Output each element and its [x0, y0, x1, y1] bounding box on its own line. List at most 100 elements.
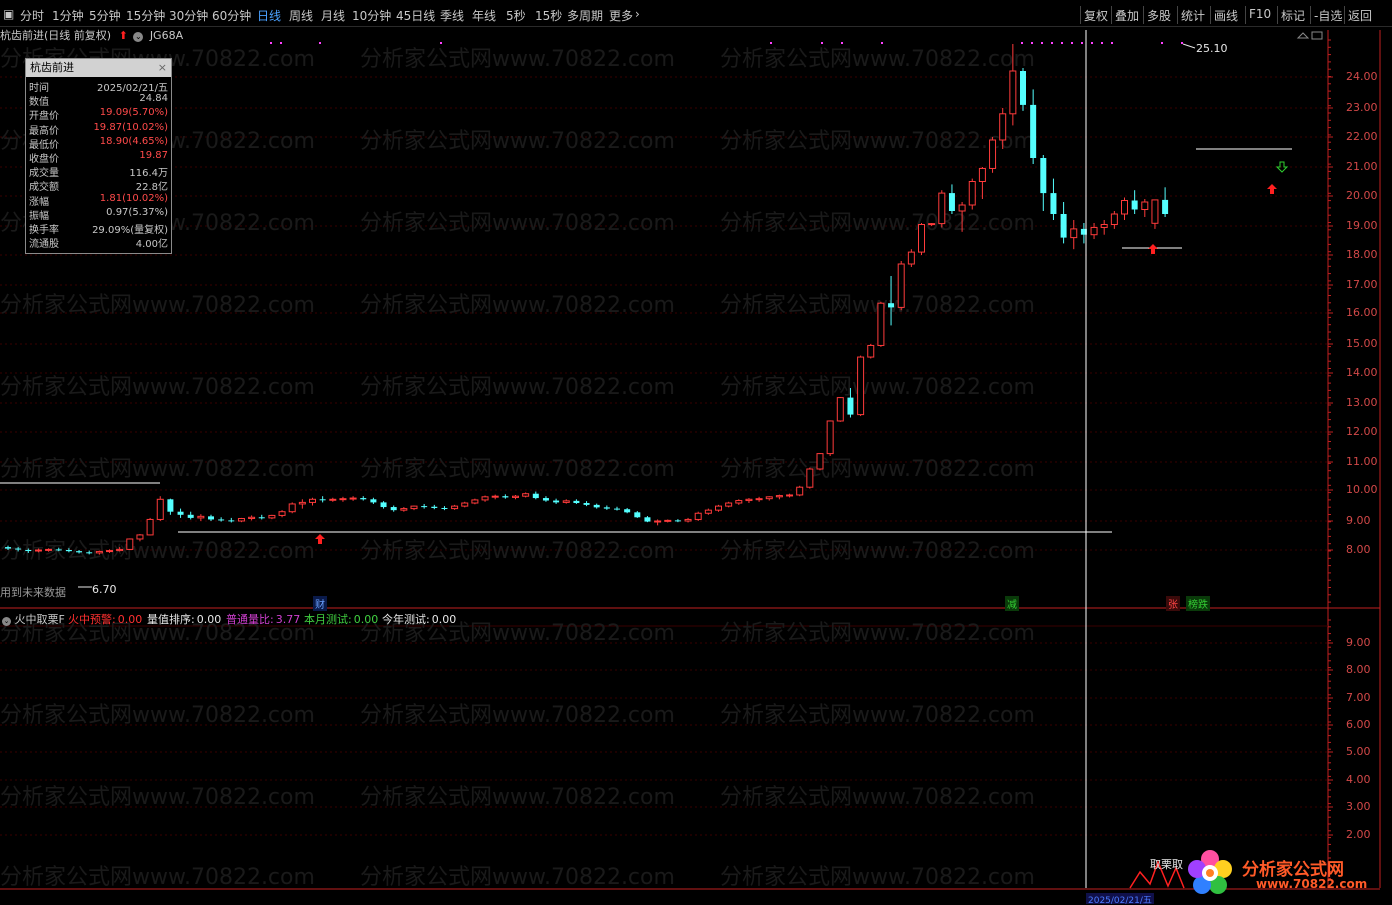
info-row: 振幅 0.97(5.37%)	[26, 206, 171, 222]
candle-body-down	[370, 499, 377, 503]
price-tick-label: 12.00	[1346, 425, 1378, 438]
signal-dot	[1181, 42, 1183, 44]
event-marker[interactable]: 张	[1166, 596, 1180, 611]
info-key: 最低价	[29, 139, 59, 151]
candle-body-up	[1151, 199, 1159, 224]
watermark-text: 分析家公式网www.70822.com	[0, 293, 315, 318]
candle-body-up	[775, 495, 783, 498]
indicator-bottom-label: 取栗取	[1150, 858, 1183, 871]
info-row: 数值 24.84	[26, 93, 171, 109]
window-icon[interactable]	[1311, 31, 1323, 40]
candle-body-down	[603, 507, 610, 509]
price-tick-label: 19.00	[1346, 219, 1378, 232]
candle-body-up	[136, 534, 144, 540]
info-value: 4.00亿	[135, 239, 168, 251]
price-tick-label: 24.00	[1346, 70, 1378, 83]
candle-body-up	[562, 500, 570, 503]
price-tick-label: 10.00	[1346, 483, 1378, 496]
signal-dot	[1021, 42, 1023, 44]
candle-body-down	[208, 516, 214, 520]
candle-body-up	[1121, 200, 1128, 215]
info-value: 24.84	[139, 93, 168, 105]
info-key: 数值	[29, 97, 49, 109]
candle-body-down	[177, 511, 184, 515]
dropdown-icon[interactable]: ⌄	[2, 617, 11, 626]
candle-body-down	[532, 493, 539, 499]
price-tick-label: 23.00	[1346, 101, 1378, 114]
expand-icon[interactable]	[1296, 32, 1310, 39]
candle-body-down	[1020, 71, 1026, 105]
candle-body-down	[441, 507, 448, 509]
indicator-value-item: 今年测试: 0.00	[382, 611, 456, 627]
indicator-value-item: 本月测试: 0.00	[304, 611, 378, 627]
candle-body-up	[329, 498, 337, 501]
event-marker[interactable]: 榜跌	[1186, 596, 1210, 611]
watermark-text: 分析家公式网www.70822.com	[360, 293, 675, 318]
info-value: 19.87	[139, 150, 168, 161]
candle-body-down	[573, 500, 580, 504]
candle-body-up	[237, 518, 245, 522]
info-panel-header[interactable]: 杭齿前进 ×	[26, 59, 171, 77]
event-marker[interactable]: 减	[1005, 596, 1019, 611]
info-value: 0.97(5.37%)	[106, 206, 168, 218]
indicator-name[interactable]: ⌄ 火中取栗F	[2, 611, 65, 627]
info-key: 成交量	[29, 168, 59, 180]
info-key: 成交额	[29, 182, 59, 194]
candle-body-up	[867, 344, 875, 358]
info-value: 22.8亿	[135, 182, 168, 194]
candle-body-up	[309, 498, 316, 503]
candle-body-down	[25, 550, 32, 551]
watermark-text: 分析家公式网www.70822.com	[360, 703, 675, 728]
indicator-value-item: 火中预警: 0.00	[68, 611, 142, 627]
kline-chart[interactable]: 分析家公式网www.70822.com 分析家公式网www.70822.com 分析…	[0, 0, 1392, 905]
candle-body-up	[765, 496, 773, 500]
candle-body-up	[1141, 201, 1149, 210]
candle-body-up	[796, 486, 804, 496]
candle-body-up	[826, 420, 834, 455]
info-row: 成交量 116.4万	[26, 164, 171, 180]
candle-body-up	[745, 498, 753, 502]
candle-body-down	[847, 397, 854, 415]
watermark-text: 分析家公式网www.70822.com	[0, 865, 315, 890]
candle-body-down	[218, 519, 225, 521]
candle-body-up	[410, 505, 418, 510]
candle-body-down	[187, 514, 194, 518]
candle-body-up	[1070, 228, 1078, 239]
candle-body-down	[258, 517, 265, 519]
candle-body-up	[512, 495, 519, 498]
buy-arrow-icon	[1148, 244, 1158, 254]
candle-body-down	[86, 552, 93, 554]
candle-body-up	[989, 139, 997, 169]
candle-body-down	[1050, 193, 1057, 214]
price-tick-label: 14.00	[1346, 366, 1378, 379]
buy-arrow-icon	[315, 534, 325, 544]
watermark-text: 分析家公式网www.70822.com	[720, 539, 1035, 564]
signal-dot	[821, 42, 823, 44]
close-icon[interactable]: ×	[158, 59, 167, 77]
candle-body-up	[928, 223, 936, 226]
candle-body-up	[999, 113, 1007, 141]
candle-body-up	[755, 498, 763, 501]
signal-dot	[1111, 42, 1113, 44]
info-panel: 杭齿前进 × 时间 2025/02/21/五 数值 24.84 开盘价 19.09(5.7…	[25, 58, 172, 254]
watermark-text: 分析家公式网www.70822.com	[360, 129, 675, 154]
candle-body-up	[34, 549, 42, 552]
signal-dot	[319, 42, 321, 44]
candle-body-up	[968, 181, 976, 206]
candle-body-down	[624, 509, 631, 513]
candle-body-down	[1162, 199, 1169, 214]
info-row: 最低价 18.90(4.65%)	[26, 136, 171, 151]
candle-body-down	[55, 549, 62, 551]
candle-body-down	[674, 520, 681, 522]
watermark-text: 分析家公式网www.70822.com	[720, 865, 1035, 890]
info-row: 最高价 19.87(10.02%)	[26, 122, 171, 137]
candle-body-up	[836, 397, 844, 422]
candle-body-down	[319, 499, 326, 501]
info-key: 振幅	[29, 210, 49, 222]
site-logo: 分析家公式网 www.70822.com	[1184, 847, 1384, 899]
indicator-value: 0.00	[196, 613, 222, 626]
event-marker[interactable]: 财	[313, 596, 327, 611]
candle-body-up	[857, 356, 865, 416]
candle-body-up	[491, 495, 499, 498]
logo-url: www.70822.com	[1256, 877, 1368, 891]
